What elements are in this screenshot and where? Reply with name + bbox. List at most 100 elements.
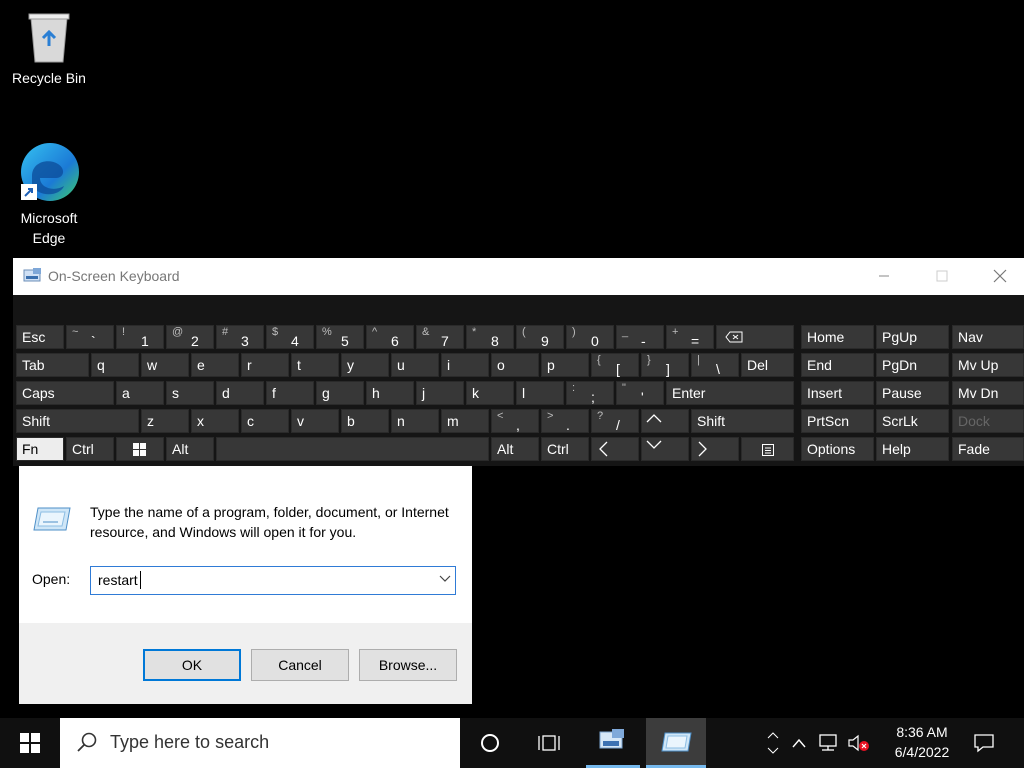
key-insert[interactable]: Insert — [801, 381, 874, 405]
key-arrow-left[interactable] — [591, 437, 639, 461]
key-5[interactable]: % 5 — [316, 325, 364, 349]
key-minus[interactable]: _ - — [616, 325, 664, 349]
key-del[interactable]: Del — [741, 353, 794, 377]
key-pgdn[interactable]: PgDn — [876, 353, 949, 377]
close-button[interactable] — [977, 258, 1023, 294]
key-3[interactable]: #3 — [216, 325, 264, 349]
key-q[interactable]: q — [91, 353, 139, 377]
taskbar-app-run[interactable] — [646, 718, 706, 768]
key-m[interactable]: m — [441, 409, 489, 433]
key-g[interactable]: g — [316, 381, 364, 405]
key-c[interactable]: c — [241, 409, 289, 433]
key-7[interactable]: & 7 — [416, 325, 464, 349]
key-period[interactable]: >. — [541, 409, 589, 433]
key-j[interactable]: j — [416, 381, 464, 405]
key-open-bracket[interactable]: {[ — [591, 353, 639, 377]
key-ctrl-right[interactable]: Ctrl — [541, 437, 589, 461]
key-scrlk[interactable]: ScrLk — [876, 409, 949, 433]
key-nav[interactable]: Nav — [952, 325, 1024, 349]
key-o[interactable]: o — [491, 353, 539, 377]
show-hidden-icons-button[interactable] — [788, 718, 810, 768]
key-k[interactable]: k — [466, 381, 514, 405]
key-0[interactable]: ) 0 — [566, 325, 614, 349]
browse-button[interactable]: Browse... — [359, 649, 457, 681]
key-quote[interactable]: " ' — [616, 381, 664, 405]
key-menu[interactable] — [741, 437, 794, 461]
key-tab[interactable]: Tab — [16, 353, 89, 377]
key-arrow-up[interactable] — [641, 409, 689, 433]
key-s[interactable]: s — [166, 381, 214, 405]
volume-button[interactable] — [844, 718, 872, 768]
cancel-button[interactable]: Cancel — [251, 649, 349, 681]
key-mv-up[interactable]: Mv Up — [952, 353, 1024, 377]
key-h[interactable]: h — [366, 381, 414, 405]
cortana-button[interactable] — [462, 718, 518, 768]
key-help[interactable]: Help — [876, 437, 949, 461]
open-input-value[interactable]: restart — [98, 572, 138, 588]
open-combobox[interactable]: restart — [90, 566, 456, 595]
key-4[interactable]: $4 — [266, 325, 314, 349]
key-l[interactable]: l — [516, 381, 564, 405]
chevron-down-icon[interactable] — [439, 573, 451, 585]
key-fn[interactable]: Fn — [16, 437, 64, 461]
key-space[interactable] — [216, 437, 489, 461]
key-i[interactable]: i — [441, 353, 489, 377]
key-backspace[interactable] — [716, 325, 794, 349]
task-view-button[interactable] — [520, 718, 578, 768]
taskbar-search-box[interactable]: Type here to search — [60, 718, 460, 768]
action-center-button[interactable] — [964, 718, 1004, 768]
key-1[interactable]: ! 1 — [116, 325, 164, 349]
key-options[interactable]: Options — [801, 437, 874, 461]
key-backtick[interactable]: ~ ` — [66, 325, 114, 349]
key-alt-left[interactable]: Alt — [166, 437, 214, 461]
key-windows[interactable] — [116, 437, 164, 461]
key-y[interactable]: y — [341, 353, 389, 377]
key-backslash[interactable]: | \ — [691, 353, 739, 377]
key-end[interactable]: End — [801, 353, 874, 377]
key-arrow-down[interactable] — [641, 437, 689, 461]
key-8[interactable]: * 8 — [466, 325, 514, 349]
key-9[interactable]: (9 — [516, 325, 564, 349]
key-e[interactable]: e — [191, 353, 239, 377]
minimize-button[interactable] — [861, 258, 907, 294]
key-w[interactable]: w — [141, 353, 189, 377]
key-f[interactable]: f — [266, 381, 314, 405]
desktop-icon-recycle-bin[interactable]: Recycle Bin — [3, 8, 95, 88]
key-v[interactable]: v — [291, 409, 339, 433]
key-dock[interactable]: Dock — [952, 409, 1024, 433]
key-arrow-right[interactable] — [691, 437, 739, 461]
key-comma[interactable]: <, — [491, 409, 539, 433]
taskbar-app-on-screen-keyboard[interactable] — [586, 718, 640, 768]
key-u[interactable]: u — [391, 353, 439, 377]
taskbar-scroll[interactable] — [762, 718, 784, 768]
key-fade[interactable]: Fade — [952, 437, 1024, 461]
key-ctrl-left[interactable]: Ctrl — [66, 437, 114, 461]
key-x[interactable]: x — [191, 409, 239, 433]
key-2[interactable]: @2 — [166, 325, 214, 349]
key-semicolon[interactable]: :; — [566, 381, 614, 405]
key-mv-dn[interactable]: Mv Dn — [952, 381, 1024, 405]
key-n[interactable]: n — [391, 409, 439, 433]
key-equals[interactable]: + = — [666, 325, 714, 349]
key-slash[interactable]: ? / — [591, 409, 639, 433]
clock[interactable]: 8:36 AM 6/4/2022 — [882, 718, 962, 762]
start-button[interactable] — [0, 718, 60, 768]
key-enter[interactable]: Enter — [666, 381, 794, 405]
key-b[interactable]: b — [341, 409, 389, 433]
network-button[interactable] — [814, 718, 842, 768]
key-p[interactable]: p — [541, 353, 589, 377]
key-shift-right[interactable]: Shift — [691, 409, 794, 433]
osk-titlebar[interactable]: On-Screen Keyboard — [13, 258, 1024, 295]
ok-button[interactable]: OK — [143, 649, 241, 681]
key-alt-right[interactable]: Alt — [491, 437, 539, 461]
key-t[interactable]: t — [291, 353, 339, 377]
key-pause[interactable]: Pause — [876, 381, 949, 405]
key-a[interactable]: a — [116, 381, 164, 405]
key-6[interactable]: ^ 6 — [366, 325, 414, 349]
key-d[interactable]: d — [216, 381, 264, 405]
desktop-icon-microsoft-edge[interactable]: Microsoft Edge — [3, 142, 95, 248]
key-caps[interactable]: Caps — [16, 381, 114, 405]
key-pgup[interactable]: PgUp — [876, 325, 949, 349]
key-shift-left[interactable]: Shift — [16, 409, 139, 433]
key-z[interactable]: z — [141, 409, 189, 433]
